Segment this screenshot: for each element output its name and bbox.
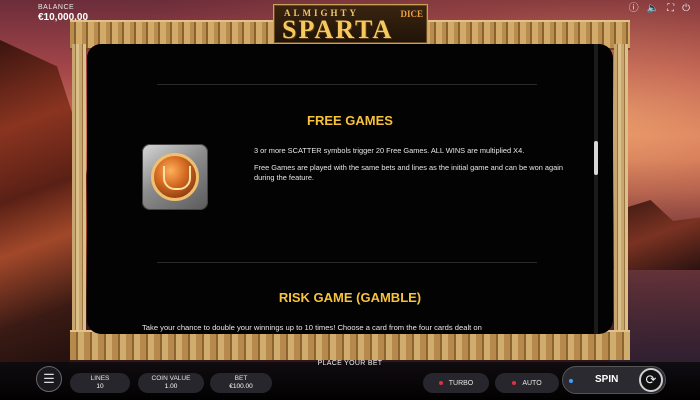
temple-base (70, 330, 630, 360)
auto-toggle[interactable]: AUTO (495, 373, 559, 393)
sound-icon[interactable]: 🔈 (647, 3, 659, 15)
section-divider (157, 262, 537, 263)
info-icon[interactable]: ⓘ (629, 3, 639, 15)
top-toolbar: ⓘ 🔈 ⛶ ⏻ (629, 3, 690, 15)
bet-control[interactable]: BET €100.00 (210, 373, 272, 393)
game-screen: BALANCE €10,000.00 ⓘ 🔈 ⛶ ⏻ ALMIGHTY SPAR… (0, 0, 700, 400)
turbo-toggle[interactable]: TURBO (423, 373, 489, 393)
free-games-text-2: Free Games are played with the same bets… (254, 163, 563, 182)
scroll-thumb[interactable] (594, 141, 598, 175)
auto-label: AUTO (522, 379, 542, 387)
lines-label: LINES (90, 375, 110, 382)
game-logo: ALMIGHTY SPARTA DICE (273, 4, 428, 44)
free-games-title: FREE GAMES (307, 113, 393, 128)
fullscreen-icon[interactable]: ⛶ (667, 3, 674, 15)
coin-value-control[interactable]: COIN VALUE 1.00 (138, 373, 204, 393)
spin-button[interactable]: SPIN ⟳ (562, 366, 666, 394)
temple-column-left (72, 44, 86, 344)
lines-control[interactable]: LINES 10 (70, 373, 130, 393)
paytable-panel[interactable]: FREE GAMES 3 or more SCATTER symbols tri… (87, 44, 613, 334)
logo-badge: DICE (400, 9, 423, 19)
turbo-label: TURBO (448, 379, 474, 387)
free-games-text-1: 3 or more SCATTER symbols trigger 20 Fre… (254, 146, 525, 155)
scatter-symbol-icon (142, 144, 208, 210)
menu-button[interactable]: ☰ (36, 366, 62, 392)
panel-scrollbar[interactable] (594, 44, 598, 334)
bet-value: €100.00 (229, 383, 253, 390)
place-bet-prompt: PLACE YOUR BET (317, 360, 383, 367)
risk-game-text-1: Take your chance to double your winnings… (142, 323, 482, 332)
lines-value: 10 (96, 383, 104, 390)
coin-value-label: COIN VALUE (151, 375, 191, 382)
spin-label: SPIN (595, 374, 619, 385)
spin-indicator (569, 379, 573, 383)
bet-label: BET (234, 375, 248, 382)
logo-line-2: SPARTA (282, 15, 394, 44)
spartan-shield-icon (151, 153, 199, 201)
section-divider (157, 84, 537, 85)
turbo-indicator (438, 381, 443, 385)
temple-column-right (614, 44, 628, 344)
coin-value-value: 1.00 (164, 383, 178, 390)
spin-arrows-icon: ⟳ (639, 368, 663, 392)
risk-game-title: RISK GAME (GAMBLE) (278, 290, 422, 305)
balance-label: BALANCE (38, 4, 75, 11)
auto-indicator (512, 381, 517, 385)
power-icon[interactable]: ⏻ (682, 3, 690, 15)
hamburger-icon: ☰ (43, 371, 55, 386)
